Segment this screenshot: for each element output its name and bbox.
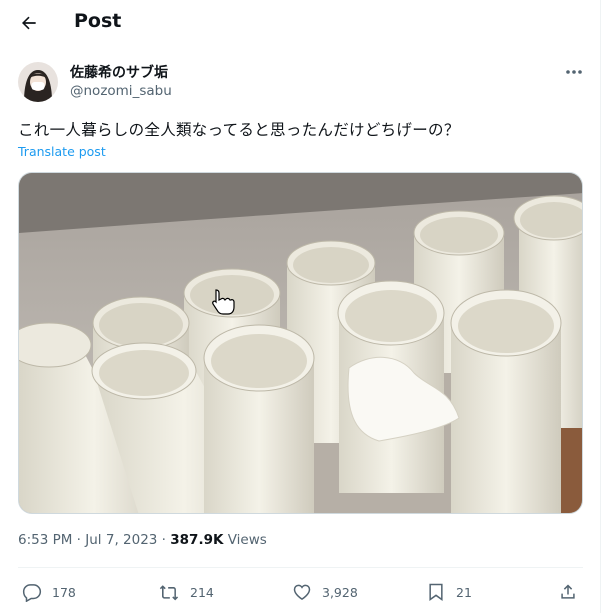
post-metadata: 6:53 PM · Jul 7, 2023 · 387.9K Views: [18, 532, 267, 548]
post-timestamp: 6:53 PM · Jul 7, 2023 ·: [18, 532, 171, 548]
bookmark-icon: [429, 583, 443, 601]
views-label: Views: [223, 532, 267, 548]
tweet-photo[interactable]: [18, 172, 583, 514]
share-icon: [561, 584, 575, 599]
back-button[interactable]: [14, 8, 44, 38]
reply-icon: [22, 584, 42, 602]
share-button[interactable]: [558, 578, 578, 606]
arrow-left-icon: [22, 16, 36, 30]
more-options-button[interactable]: [560, 62, 588, 82]
author-handle[interactable]: @nozomi_sabu: [70, 83, 172, 99]
repost-count: 214: [190, 584, 214, 600]
page-title: Post: [74, 10, 122, 32]
tweet-text: これ一人暮らしの全人類なってると思ったんだけどちげーの？: [18, 121, 460, 139]
more-horizontal-icon: [566, 70, 582, 74]
divider: [18, 567, 583, 568]
reply-count: 178: [52, 584, 76, 600]
views-count: 387.9K: [170, 532, 224, 548]
like-count: 3,928: [322, 584, 358, 600]
repost-button[interactable]: 214: [158, 578, 214, 606]
top-bar: Post: [0, 0, 600, 48]
bookmark-button[interactable]: 21: [426, 578, 472, 606]
post-column: Post 佐藤希のサブ垢 @nozomi_sabu これ一人暮らしの全人類なって…: [0, 0, 601, 613]
tube-front-5: [450, 289, 562, 513]
bookmark-count: 21: [456, 584, 472, 600]
like-button[interactable]: 3,928: [292, 578, 358, 606]
avatar-image: [18, 62, 58, 102]
author-display-name[interactable]: 佐藤希のサブ垢: [70, 62, 168, 82]
heart-icon: [293, 584, 311, 600]
repost-icon: [159, 585, 179, 601]
tube-front-3: [203, 324, 315, 513]
reply-button[interactable]: 178: [22, 578, 76, 606]
avatar[interactable]: [18, 62, 58, 102]
toilet-paper-rolls-photo: [19, 173, 582, 513]
translate-post-link[interactable]: Translate post: [18, 144, 106, 159]
